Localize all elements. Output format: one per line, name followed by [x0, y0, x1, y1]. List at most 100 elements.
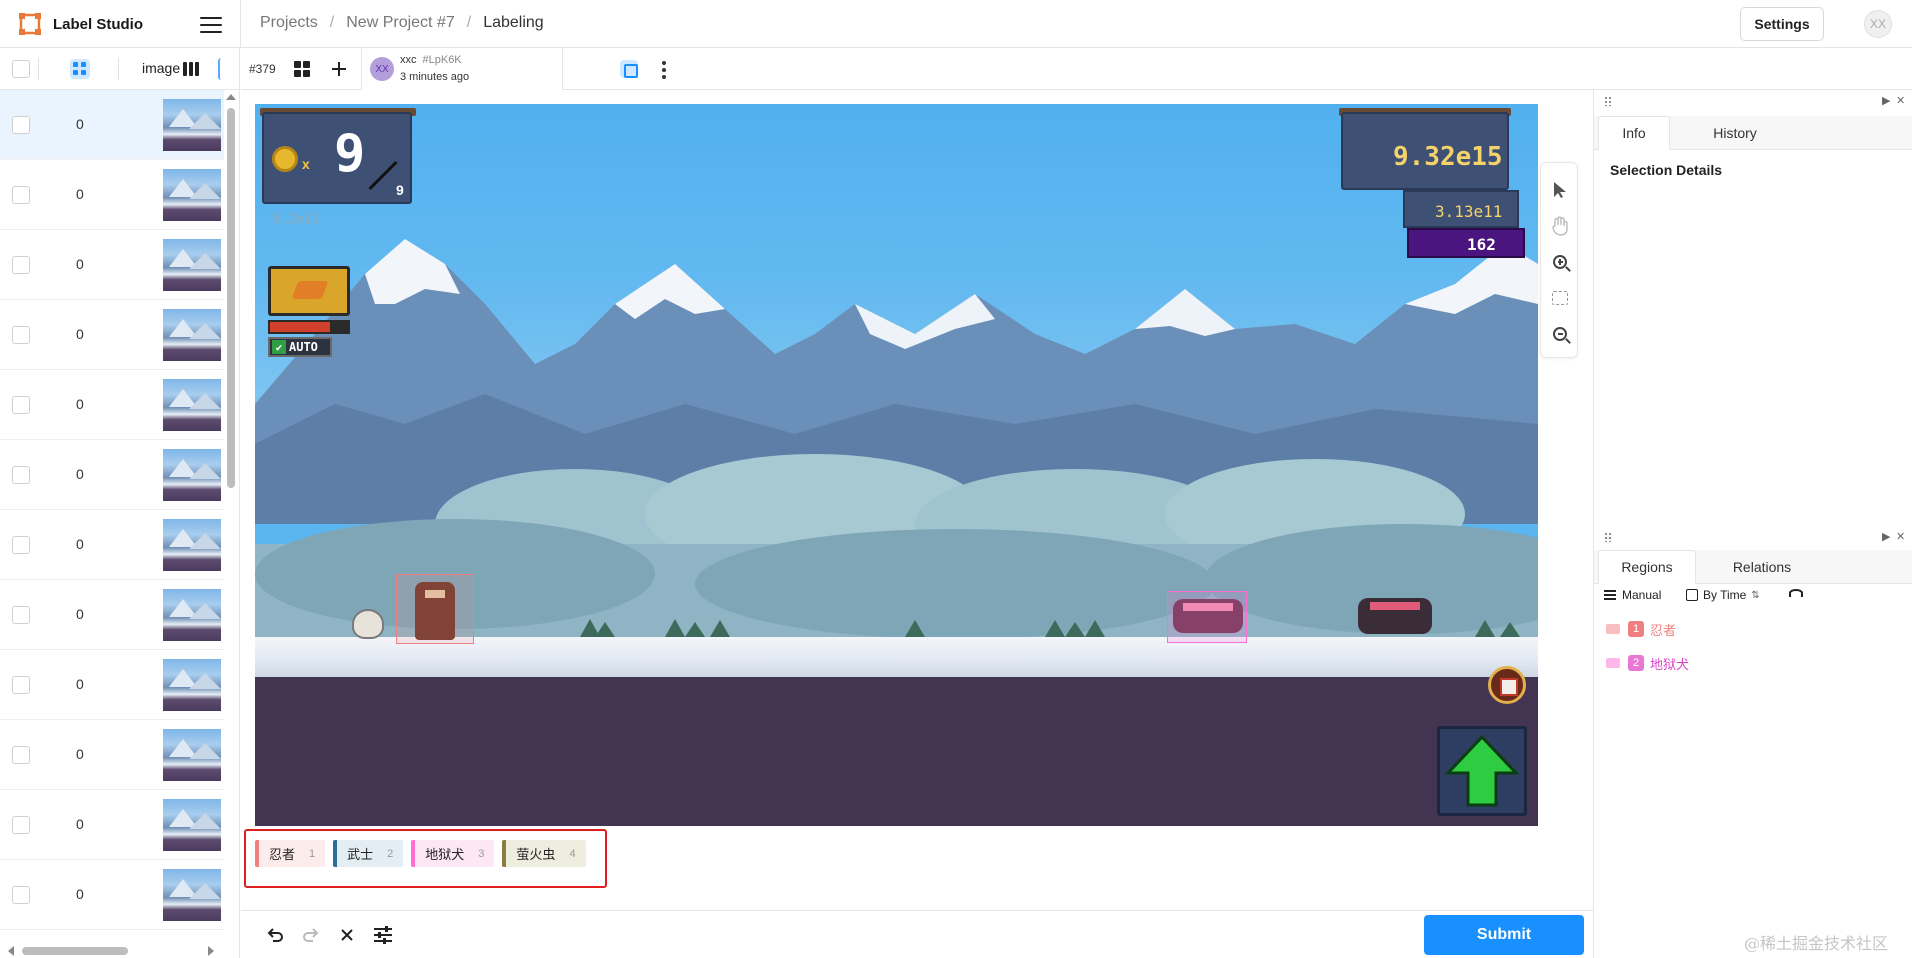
row-checkbox[interactable] [12, 536, 30, 554]
reset-icon[interactable] [335, 923, 359, 947]
label-chip[interactable]: 地狱犬 3 [411, 840, 495, 867]
breadcrumb-project[interactable]: New Project #7 [346, 14, 455, 32]
visibility-icon[interactable] [1789, 589, 1803, 597]
action-bar: Submit [241, 910, 1593, 958]
zoom-in-icon[interactable] [1549, 251, 1571, 273]
zoom-out-icon[interactable] [1549, 323, 1571, 345]
scroll-right-icon[interactable] [208, 946, 214, 956]
breadcrumb-projects[interactable]: Projects [260, 14, 318, 32]
row-checkbox[interactable] [12, 816, 30, 834]
label-chip[interactable]: 忍者 1 [255, 840, 326, 867]
avatar[interactable]: XX [1864, 10, 1892, 38]
table-row[interactable]: 0 [0, 230, 224, 300]
table-row[interactable]: 0 [0, 90, 224, 160]
fit-icon[interactable] [1549, 287, 1571, 309]
scroll-up-icon[interactable] [226, 94, 236, 100]
table-row[interactable]: 0 [0, 720, 224, 790]
drag-handle-icon[interactable] [1604, 96, 1612, 106]
table-row[interactable]: 0 [0, 650, 224, 720]
manual-sort-button[interactable]: Manual [1604, 588, 1661, 602]
table-row[interactable]: 0 [0, 860, 224, 930]
scroll-thumb[interactable] [227, 108, 235, 488]
image-thumbnail[interactable] [163, 519, 221, 571]
image-thumbnail[interactable] [163, 799, 221, 851]
image-thumbnail[interactable] [163, 449, 221, 501]
table-row[interactable]: 0 [0, 300, 224, 370]
close-icon[interactable]: ✕ [1896, 94, 1905, 107]
logo[interactable]: Label Studio [18, 12, 143, 36]
add-annotation-icon[interactable] [329, 59, 349, 79]
sort-by-time-button[interactable]: By Time ⇅ [1686, 588, 1760, 602]
annotations-column-icon[interactable] [70, 59, 90, 79]
sliders-icon[interactable] [371, 923, 395, 947]
image-thumbnail[interactable] [163, 589, 221, 641]
annotation-tab[interactable]: XX xxc #LpK6K 3 minutes ago [361, 48, 666, 90]
vertical-scrollbar[interactable] [224, 90, 239, 946]
image-canvas[interactable]: x 9 9 8.2e12 ✔ AUTO 9.32e15 3.13e11 162 [255, 104, 1538, 826]
info-panel-header[interactable]: ▶ ✕ [1594, 90, 1912, 112]
annotation-count: 0 [76, 746, 84, 762]
row-checkbox[interactable] [12, 676, 30, 694]
redo-icon[interactable] [299, 923, 323, 947]
image-thumbnail[interactable] [163, 99, 221, 151]
menu-icon[interactable] [198, 12, 224, 36]
cursor-icon[interactable] [1549, 179, 1571, 201]
submit-button[interactable]: Submit [1424, 915, 1584, 955]
regions-panel-header[interactable]: ▶ ✕ [1594, 526, 1912, 548]
scroll-left-icon[interactable] [8, 946, 14, 956]
image-thumbnail[interactable] [163, 729, 221, 781]
tab-info[interactable]: Info [1598, 116, 1670, 150]
hand-icon[interactable] [1549, 215, 1571, 237]
image-thumbnail[interactable] [163, 379, 221, 431]
collapse-icon[interactable]: ▶ [1882, 530, 1890, 543]
region-list-item[interactable]: 1 忍者 [1604, 618, 1676, 640]
horizontal-scrollbar[interactable] [0, 942, 224, 958]
row-checkbox[interactable] [12, 606, 30, 624]
upgrade-arrow-button [1437, 726, 1527, 816]
row-checkbox[interactable] [12, 396, 30, 414]
table-row[interactable]: 0 [0, 440, 224, 510]
table-row[interactable]: 0 [0, 370, 224, 440]
table-row[interactable]: 0 [0, 160, 224, 230]
table-row[interactable]: 0 [0, 790, 224, 860]
row-checkbox[interactable] [12, 186, 30, 204]
image-thumbnail[interactable] [163, 869, 221, 921]
image-thumbnail[interactable] [163, 659, 221, 711]
close-icon[interactable]: ✕ [1896, 530, 1905, 543]
image-thumbnail[interactable] [163, 169, 221, 221]
label-chip[interactable]: 武士 2 [333, 840, 404, 867]
chicken-sprite [352, 609, 384, 639]
bbox-region-ninja[interactable] [396, 574, 474, 644]
image-thumbnail[interactable] [163, 309, 221, 361]
select-all-checkbox[interactable] [12, 60, 30, 78]
auto-toggle: ✔ AUTO [268, 337, 332, 357]
tab-relations[interactable]: Relations [1706, 550, 1818, 584]
row-checkbox[interactable] [12, 746, 30, 764]
hellhound-sprite [1358, 598, 1432, 634]
more-options-icon[interactable] [661, 60, 667, 80]
label-hotkey: 2 [387, 847, 394, 860]
tab-history[interactable]: History [1680, 116, 1790, 150]
undo-icon[interactable] [263, 923, 287, 947]
row-checkbox[interactable] [12, 256, 30, 274]
row-checkbox[interactable] [12, 886, 30, 904]
label-chip[interactable]: 萤火虫 4 [502, 840, 586, 867]
row-checkbox[interactable] [12, 326, 30, 344]
row-checkbox[interactable] [12, 466, 30, 484]
grid-icon[interactable] [294, 61, 310, 77]
settings-button[interactable]: Settings [1740, 7, 1824, 41]
scroll-thumb[interactable] [22, 947, 128, 955]
tab-regions[interactable]: Regions [1598, 550, 1696, 584]
skill-card [268, 266, 350, 316]
bbox-region-hellhound[interactable] [1167, 591, 1247, 643]
collapse-icon[interactable]: ▶ [1882, 94, 1890, 107]
image-thumbnail[interactable] [163, 239, 221, 291]
row-checkbox[interactable] [12, 116, 30, 134]
column-header-image[interactable]: image [142, 60, 180, 76]
drag-handle-icon[interactable] [1604, 532, 1612, 542]
table-row[interactable]: 0 [0, 580, 224, 650]
column-edge [218, 58, 228, 80]
region-list-item[interactable]: 2 地狱犬 [1604, 652, 1689, 674]
columns-icon[interactable] [183, 62, 199, 76]
table-row[interactable]: 0 [0, 510, 224, 580]
